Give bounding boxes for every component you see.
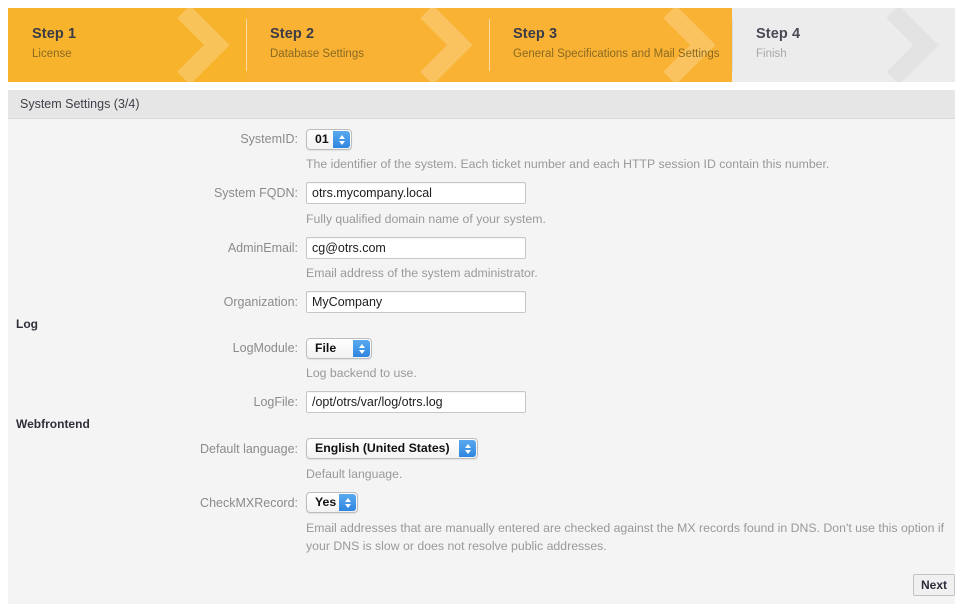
chevron-up-icon xyxy=(359,344,365,348)
check-mx-record-label: CheckMXRecord: xyxy=(8,495,298,512)
wizard-step-2[interactable]: Step 2 Database Settings xyxy=(246,8,489,82)
default-language-value: English (United States) xyxy=(307,439,450,458)
chevron-down-icon xyxy=(339,141,345,145)
wizard-step-1-text: Step 1 License xyxy=(32,25,76,62)
chevron-down-icon xyxy=(345,504,351,508)
chevron-up-icon xyxy=(339,135,345,139)
check-mx-record-value: Yes xyxy=(307,493,336,512)
stepper-arrows-icon[interactable] xyxy=(353,340,370,357)
log-file-input[interactable] xyxy=(306,391,526,413)
wizard-step-3-name: General Specifications and Mail Settings xyxy=(513,46,719,62)
wizard-step-1-name: License xyxy=(32,46,76,62)
section-header: System Settings (3/4) xyxy=(8,90,955,119)
installer-page: Step 1 License Step 2 Database Settings … xyxy=(0,0,963,612)
wizard-step-bar: Step 1 License Step 2 Database Settings … xyxy=(8,8,955,82)
wizard-step-4-number: Step 4 xyxy=(756,25,800,43)
wizard-step-3-number: Step 3 xyxy=(513,25,719,43)
organization-label: Organization: xyxy=(8,294,298,311)
system-fqdn-input[interactable] xyxy=(306,182,526,204)
chevron-up-icon xyxy=(465,444,471,448)
stepper-arrows-icon[interactable] xyxy=(333,131,350,148)
log-module-label: LogModule: xyxy=(8,340,298,357)
system-id-value: 01 xyxy=(307,130,329,149)
system-fqdn-label: System FQDN: xyxy=(8,185,298,202)
organization-input[interactable] xyxy=(306,291,526,313)
wizard-step-3[interactable]: Step 3 General Specifications and Mail S… xyxy=(489,8,732,82)
wizard-step-3-text: Step 3 General Specifications and Mail S… xyxy=(513,25,719,62)
wizard-step-2-number: Step 2 xyxy=(270,25,364,43)
step-divider xyxy=(246,19,247,71)
chevron-down-icon xyxy=(359,350,365,354)
system-id-hint: The identifier of the system. Each ticke… xyxy=(306,155,946,173)
chevron-right-icon xyxy=(859,8,938,82)
system-id-label: SystemID: xyxy=(8,131,298,148)
wizard-step-4[interactable]: Step 4 Finish xyxy=(732,8,955,82)
step-divider xyxy=(732,19,733,71)
stepper-arrows-icon[interactable] xyxy=(339,494,356,511)
admin-email-input[interactable] xyxy=(306,237,526,259)
wizard-step-4-name: Finish xyxy=(756,46,800,62)
wizard-step-1-number: Step 1 xyxy=(32,25,76,43)
log-module-hint: Log backend to use. xyxy=(306,364,946,382)
wizard-step-2-name: Database Settings xyxy=(270,46,364,62)
default-language-hint: Default language. xyxy=(306,465,946,483)
chevron-up-icon xyxy=(345,498,351,502)
log-file-label: LogFile: xyxy=(8,394,298,411)
check-mx-record-hint: Email addresses that are manually entere… xyxy=(306,519,951,555)
next-button[interactable]: Next xyxy=(913,574,955,596)
page-title: System Settings (3/4) xyxy=(20,96,140,113)
group-label-log: Log xyxy=(16,316,38,332)
admin-email-label: AdminEmail: xyxy=(8,240,298,257)
chevron-right-icon xyxy=(393,8,472,82)
log-module-select[interactable]: File xyxy=(306,338,372,359)
chevron-right-icon xyxy=(150,8,229,82)
wizard-step-1[interactable]: Step 1 License xyxy=(8,8,246,82)
default-language-select[interactable]: English (United States) xyxy=(306,438,478,459)
step-divider xyxy=(489,19,490,71)
check-mx-record-select[interactable]: Yes xyxy=(306,492,358,513)
stepper-arrows-icon[interactable] xyxy=(459,440,476,457)
admin-email-hint: Email address of the system administrato… xyxy=(306,264,946,282)
group-label-webfrontend: Webfrontend xyxy=(16,416,90,432)
wizard-step-4-text: Step 4 Finish xyxy=(756,25,800,62)
system-id-select[interactable]: 01 xyxy=(306,129,352,150)
system-fqdn-hint: Fully qualified domain name of your syst… xyxy=(306,210,946,228)
default-language-label: Default language: xyxy=(8,441,298,458)
chevron-down-icon xyxy=(465,450,471,454)
settings-form: Log Webfrontend SystemID: 01 The identif… xyxy=(8,119,955,604)
wizard-step-2-text: Step 2 Database Settings xyxy=(270,25,364,62)
log-module-value: File xyxy=(307,339,336,358)
